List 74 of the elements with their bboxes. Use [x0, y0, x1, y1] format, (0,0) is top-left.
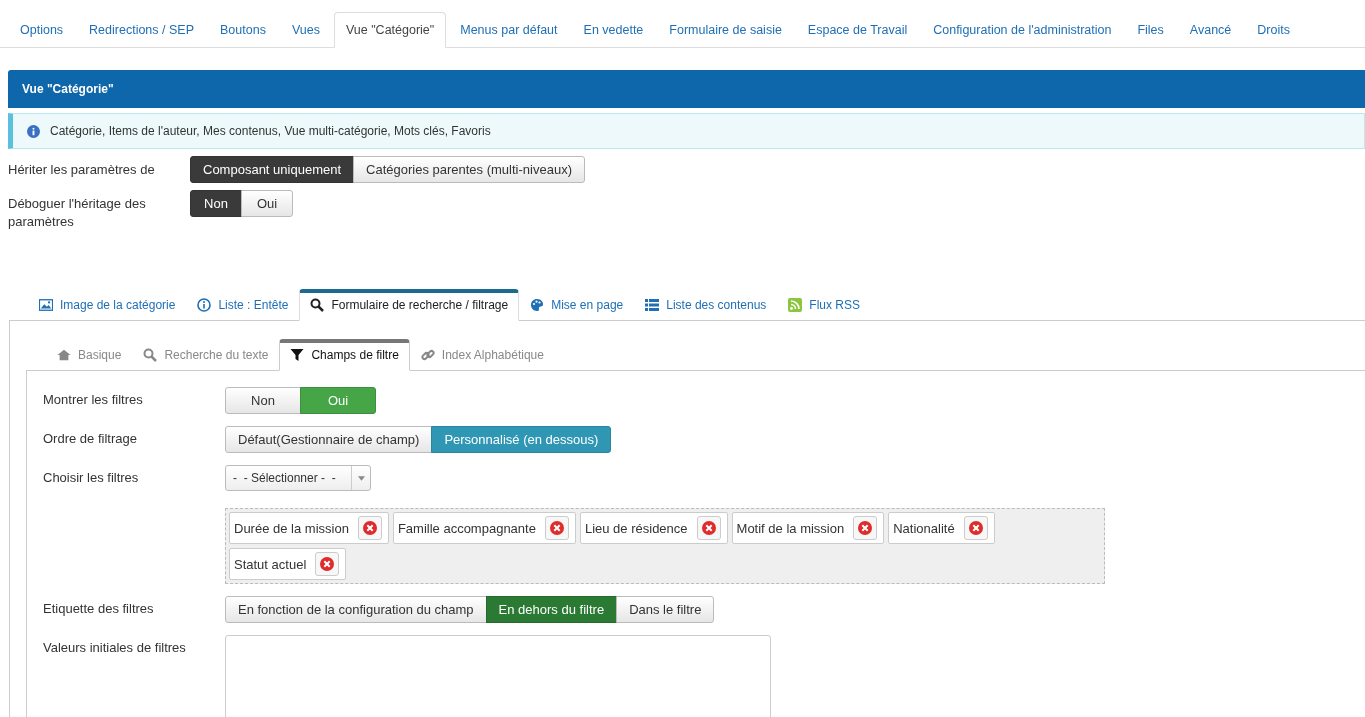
tab[interactable]: Espace de Travail	[795, 12, 920, 48]
field-label: Ordre de filtrage	[43, 430, 138, 446]
filter-icon	[290, 349, 304, 361]
toggle-option[interactable]: Oui	[241, 190, 293, 217]
tab[interactable]: Droits	[1245, 12, 1302, 48]
tab[interactable]: Options	[8, 12, 76, 48]
field-label: Montrer les filtres	[43, 391, 144, 407]
list-icon	[645, 299, 660, 311]
tab[interactable]: Index Alphabétique	[409, 339, 555, 371]
home-icon	[57, 349, 71, 361]
toggle-option[interactable]: Dans le filtre	[616, 596, 715, 623]
info-text: Catégorie, Items de l'auteur, Mes contenus, Vue multi-catégorie, Mots clés, Favoris	[50, 124, 491, 138]
palette-icon	[531, 299, 544, 311]
toggle-option[interactable]: Défaut(Gestionnaire de champ)	[225, 426, 433, 453]
tab[interactable]: Files	[1125, 12, 1176, 48]
tab[interactable]: Formulaire de recherche / filtrage	[299, 289, 520, 321]
toggle-option[interactable]: Personnalisé (en dessous)	[431, 426, 612, 453]
tab[interactable]: Champs de filtre	[279, 339, 410, 371]
search-icon	[310, 298, 325, 312]
toggle-option[interactable]: Oui	[300, 387, 376, 414]
field-label: Hériter les paramètres de	[8, 161, 156, 179]
filter-tag: Durée de la mission	[229, 512, 389, 544]
section-header: Vue "Catégorie"	[8, 70, 1365, 108]
close-icon	[549, 521, 564, 535]
link-icon	[420, 349, 435, 361]
info-icon	[27, 124, 40, 138]
tab[interactable]: Configuration de l'administration	[921, 12, 1124, 48]
rss-icon	[788, 298, 803, 312]
field-label: Valeurs initiales de filtres	[43, 639, 187, 655]
tab[interactable]: Boutons	[208, 12, 278, 48]
close-icon	[362, 521, 377, 535]
tab[interactable]: Vues	[279, 12, 332, 48]
filter-tag: Lieu de résidence	[579, 512, 728, 544]
tab[interactable]: Formulaire de saisie	[657, 12, 794, 48]
caret-icon	[357, 475, 365, 481]
remove-button[interactable]	[544, 516, 569, 540]
tab[interactable]: Flux RSS	[777, 289, 871, 321]
tab[interactable]: Liste des contenus	[634, 289, 778, 321]
select-dropdown[interactable]: - - Sélectionner - -	[225, 465, 371, 491]
field-label: Choisir les filtres	[43, 469, 140, 485]
remove-button[interactable]	[315, 552, 340, 576]
remove-button[interactable]	[853, 516, 878, 540]
toggle-option[interactable]: En dehors du filtre	[485, 596, 618, 623]
tab[interactable]: Mise en page	[519, 289, 635, 321]
tab[interactable]: Image de la catégorie	[28, 289, 187, 321]
tab[interactable]: Recherche du texte	[132, 339, 280, 371]
toggle-option[interactable]: Composant uniquement	[190, 156, 355, 183]
field-label: Déboguer l'héritage des paramètres	[8, 195, 147, 231]
tab[interactable]: Redirections / SEP	[77, 12, 206, 48]
filter-tag: Nationalité	[888, 512, 995, 544]
search-icon	[143, 348, 158, 362]
close-icon	[968, 521, 983, 535]
remove-button[interactable]	[696, 516, 721, 540]
toggle-option[interactable]: En fonction de la configuration du champ	[225, 596, 487, 623]
tab[interactable]: Vue "Catégorie"	[333, 12, 447, 48]
tab[interactable]: Avancé	[1177, 12, 1244, 48]
close-icon	[701, 521, 716, 535]
toggle-option[interactable]: Catégories parentes (multi-niveaux)	[353, 156, 585, 183]
field-label: Etiquette des filtres	[43, 600, 155, 616]
filter-tag: Statut actuel	[229, 548, 347, 580]
filter-tag: Famille accompagnante	[392, 512, 576, 544]
remove-button[interactable]	[963, 516, 988, 540]
toggle-option[interactable]: Non	[225, 387, 301, 414]
close-icon	[858, 521, 873, 535]
tab[interactable]: En vedette	[571, 12, 656, 48]
info-icon	[197, 298, 212, 312]
tab[interactable]: Menus par défaut	[448, 12, 570, 48]
close-icon	[320, 557, 335, 571]
filter-tag: Motif de la mission	[731, 512, 885, 544]
toggle-option[interactable]: Non	[190, 190, 242, 217]
image-icon	[39, 299, 53, 311]
tab[interactable]: Liste : Entête	[186, 289, 300, 321]
tab[interactable]: Basique	[46, 339, 133, 371]
remove-button[interactable]	[357, 516, 382, 540]
